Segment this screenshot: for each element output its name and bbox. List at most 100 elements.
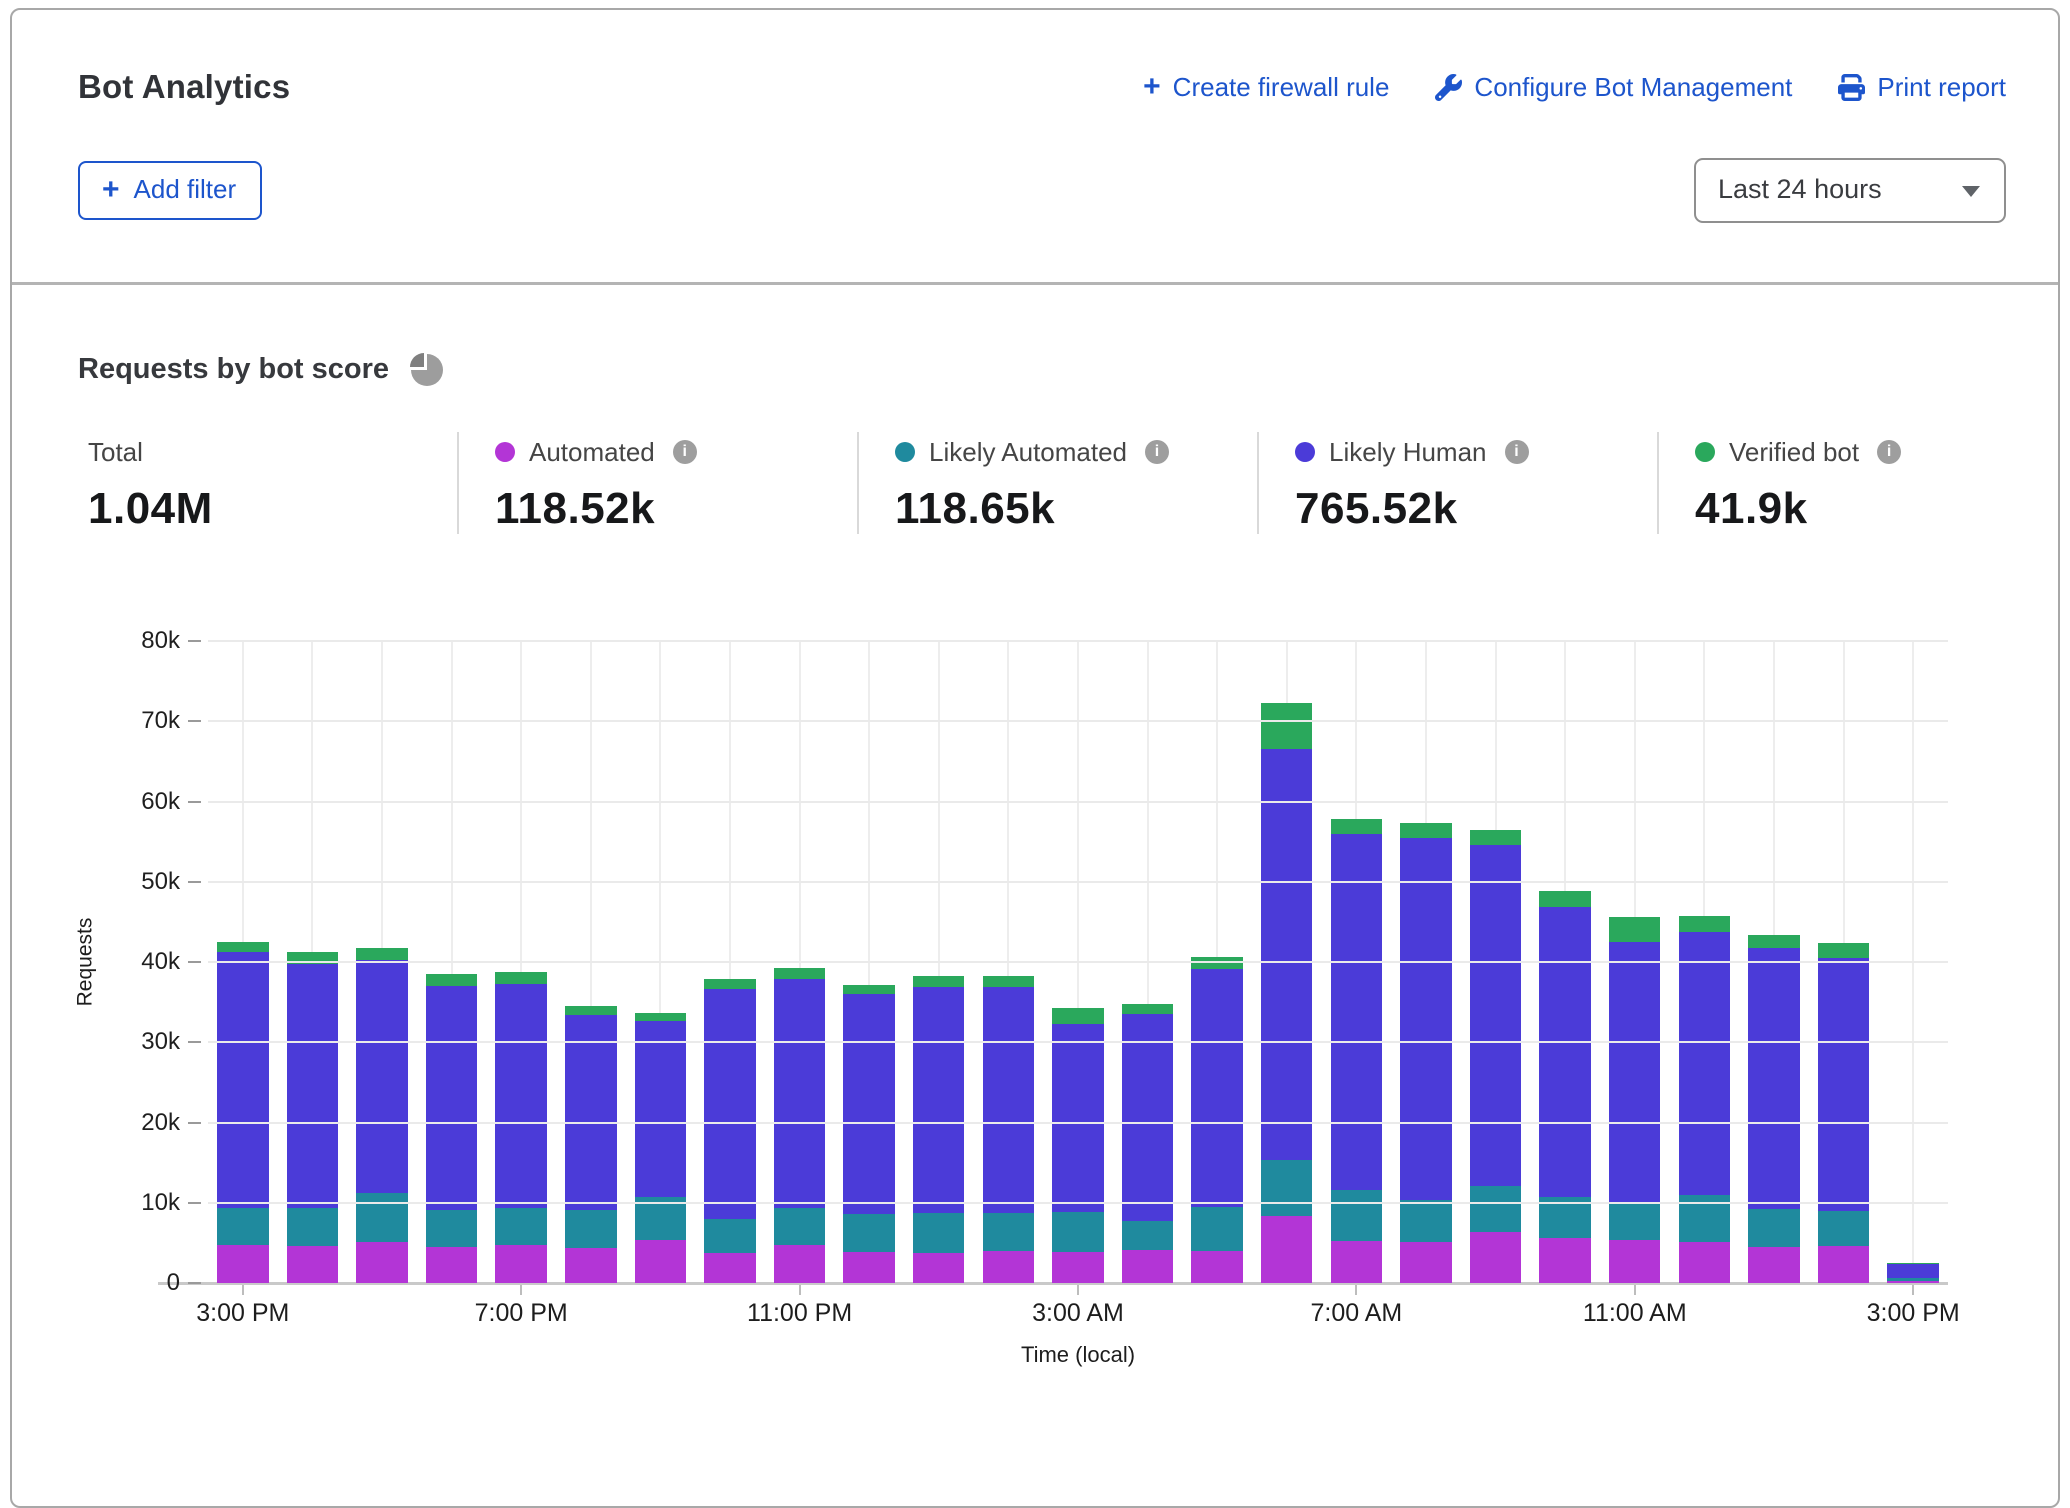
bar-segment-verified-bot[interactable] — [1748, 935, 1799, 949]
bar-segment-likely-automated[interactable] — [843, 1214, 894, 1252]
bar-segment-verified-bot[interactable] — [1400, 823, 1451, 838]
bar-segment-likely-human[interactable] — [1122, 1014, 1173, 1221]
bar-segment-automated[interactable] — [635, 1240, 686, 1283]
bar-segment-likely-human[interactable] — [1331, 834, 1382, 1190]
bar-segment-automated[interactable] — [495, 1245, 546, 1283]
bar-segment-likely-human[interactable] — [565, 1015, 616, 1210]
bar-segment-automated[interactable] — [1191, 1251, 1242, 1283]
bar-segment-automated[interactable] — [1052, 1252, 1103, 1283]
bar-segment-verified-bot[interactable] — [1470, 830, 1521, 845]
bar-segment-automated[interactable] — [356, 1242, 407, 1283]
bar-segment-likely-human[interactable] — [356, 960, 407, 1193]
bar-segment-likely-human[interactable] — [1748, 948, 1799, 1209]
bar-segment-verified-bot[interactable] — [983, 976, 1034, 986]
bar-segment-likely-automated[interactable] — [1331, 1190, 1382, 1241]
bar-segment-likely-automated[interactable] — [983, 1213, 1034, 1251]
bar-segment-verified-bot[interactable] — [635, 1013, 686, 1022]
bar-segment-verified-bot[interactable] — [704, 979, 755, 989]
bar-segment-likely-automated[interactable] — [1191, 1207, 1242, 1251]
bar-segment-likely-automated[interactable] — [1261, 1160, 1312, 1216]
bar-segment-automated[interactable] — [1331, 1241, 1382, 1283]
bar-segment-likely-human[interactable] — [495, 984, 546, 1209]
bar-segment-likely-automated[interactable] — [1748, 1209, 1799, 1247]
bar-segment-verified-bot[interactable] — [774, 968, 825, 979]
bar-segment-likely-automated[interactable] — [704, 1219, 755, 1254]
bar-segment-likely-automated[interactable] — [356, 1193, 407, 1242]
bar-segment-likely-human[interactable] — [1191, 969, 1242, 1207]
bar-segment-likely-automated[interactable] — [1609, 1202, 1660, 1241]
bar-segment-verified-bot[interactable] — [1818, 943, 1869, 958]
bar-segment-verified-bot[interactable] — [1331, 819, 1382, 833]
bar-segment-automated[interactable] — [1887, 1281, 1938, 1283]
bar-segment-likely-automated[interactable] — [426, 1210, 477, 1247]
bar-segment-automated[interactable] — [426, 1247, 477, 1283]
bar-segment-likely-human[interactable] — [1609, 942, 1660, 1202]
bar-segment-likely-human[interactable] — [426, 986, 477, 1210]
bar-segment-automated[interactable] — [1122, 1250, 1173, 1283]
print-report-link[interactable]: Print report — [1838, 72, 2006, 103]
bar-segment-verified-bot[interactable] — [1609, 917, 1660, 942]
bar-segment-automated[interactable] — [565, 1248, 616, 1283]
bar-segment-automated[interactable] — [287, 1246, 338, 1283]
bar-segment-automated[interactable] — [1679, 1242, 1730, 1283]
bar-segment-verified-bot[interactable] — [356, 948, 407, 960]
bar-segment-likely-automated[interactable] — [774, 1208, 825, 1246]
bar-segment-automated[interactable] — [704, 1253, 755, 1283]
bar-segment-likely-human[interactable] — [1818, 958, 1869, 1211]
add-filter-button[interactable]: + Add filter — [78, 161, 262, 220]
bar-segment-likely-automated[interactable] — [1052, 1212, 1103, 1252]
bar-segment-verified-bot[interactable] — [565, 1006, 616, 1015]
bar-segment-verified-bot[interactable] — [1261, 703, 1312, 750]
bar-segment-likely-human[interactable] — [287, 964, 338, 1209]
bar-segment-automated[interactable] — [1539, 1238, 1590, 1283]
bar-segment-verified-bot[interactable] — [217, 942, 268, 952]
bar-segment-verified-bot[interactable] — [1539, 891, 1590, 906]
bar-segment-likely-human[interactable] — [913, 987, 964, 1213]
bar-segment-likely-human[interactable] — [1400, 838, 1451, 1199]
bar-segment-likely-human[interactable] — [1887, 1264, 1938, 1278]
bar-segment-likely-automated[interactable] — [1818, 1211, 1869, 1246]
bar-segment-automated[interactable] — [1818, 1246, 1869, 1283]
bar-segment-likely-human[interactable] — [217, 952, 268, 1208]
bar-segment-likely-automated[interactable] — [913, 1213, 964, 1253]
bar-segment-automated[interactable] — [1261, 1216, 1312, 1283]
bar-segment-automated[interactable] — [983, 1251, 1034, 1283]
bar-segment-automated[interactable] — [1470, 1232, 1521, 1283]
bar-segment-likely-automated[interactable] — [217, 1208, 268, 1245]
bar-segment-likely-human[interactable] — [774, 979, 825, 1208]
bar-segment-automated[interactable] — [843, 1252, 894, 1283]
bar-segment-likely-human[interactable] — [1539, 907, 1590, 1198]
bar-segment-automated[interactable] — [913, 1253, 964, 1283]
bar-segment-automated[interactable] — [1400, 1242, 1451, 1283]
bar-segment-verified-bot[interactable] — [1122, 1004, 1173, 1014]
bar-segment-likely-human[interactable] — [1052, 1024, 1103, 1212]
configure-bot-management-link[interactable]: Configure Bot Management — [1435, 72, 1792, 103]
bar-segment-automated[interactable] — [217, 1245, 268, 1283]
bar-segment-likely-automated[interactable] — [495, 1208, 546, 1245]
bar-segment-automated[interactable] — [774, 1245, 825, 1283]
bar-segment-likely-human[interactable] — [704, 989, 755, 1219]
bar-segment-verified-bot[interactable] — [495, 972, 546, 984]
info-icon[interactable]: i — [673, 440, 697, 464]
bar-segment-likely-automated[interactable] — [1122, 1221, 1173, 1250]
bar-segment-automated[interactable] — [1609, 1240, 1660, 1283]
bar-segment-verified-bot[interactable] — [913, 976, 964, 986]
bar-segment-likely-automated[interactable] — [1470, 1186, 1521, 1233]
bar-segment-likely-automated[interactable] — [565, 1210, 616, 1248]
bar-segment-likely-human[interactable] — [843, 994, 894, 1214]
bar-segment-likely-human[interactable] — [1679, 932, 1730, 1195]
info-icon[interactable]: i — [1877, 440, 1901, 464]
bar-segment-verified-bot[interactable] — [1679, 916, 1730, 931]
bar-segment-verified-bot[interactable] — [843, 985, 894, 995]
bar-segment-automated[interactable] — [1748, 1247, 1799, 1283]
bar-segment-verified-bot[interactable] — [1052, 1008, 1103, 1024]
bar-segment-likely-human[interactable] — [983, 987, 1034, 1213]
bar-segment-likely-automated[interactable] — [1400, 1200, 1451, 1243]
bar-segment-verified-bot[interactable] — [1191, 957, 1242, 969]
bar-segment-verified-bot[interactable] — [426, 974, 477, 986]
bar-segment-likely-automated[interactable] — [287, 1208, 338, 1246]
bar-segment-likely-human[interactable] — [1470, 845, 1521, 1186]
create-firewall-rule-link[interactable]: + Create firewall rule — [1143, 72, 1389, 103]
time-range-dropdown[interactable]: Last 24 hours — [1694, 158, 2006, 223]
info-icon[interactable]: i — [1505, 440, 1529, 464]
